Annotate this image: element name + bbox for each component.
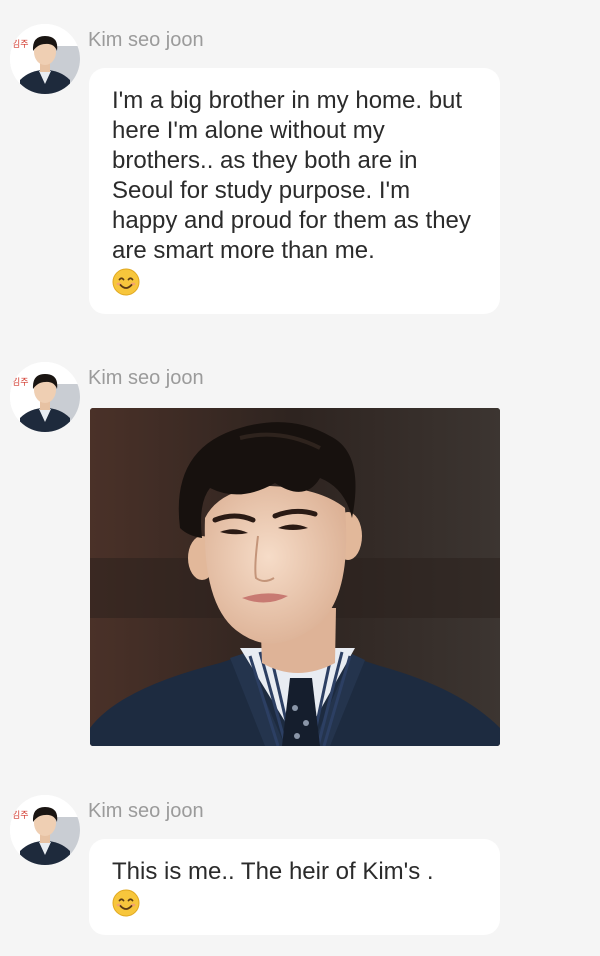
avatar[interactable]: 김주 xyxy=(10,24,80,94)
avatar-image xyxy=(10,24,80,94)
avatar-image xyxy=(10,362,80,432)
message-photo[interactable] xyxy=(90,408,500,746)
portrait-photo-image xyxy=(90,408,500,746)
avatar[interactable]: 김주 xyxy=(10,795,80,865)
avatar-badge: 김주 xyxy=(12,378,29,388)
sender-name: Kim seo joon xyxy=(88,367,204,389)
sender-name: Kim seo joon xyxy=(88,800,204,822)
message-text: I'm a big brother in my home. but here I… xyxy=(112,87,471,264)
smiling-face-emoji-icon xyxy=(112,268,140,296)
avatar[interactable]: 김주 xyxy=(10,362,80,432)
message-text: This is me.. The heir of Kim's . xyxy=(112,858,434,885)
avatar-image xyxy=(10,795,80,865)
message-bubble[interactable]: This is me.. The heir of Kim's . xyxy=(89,839,500,935)
sender-name: Kim seo joon xyxy=(88,29,204,51)
avatar-badge: 김주 xyxy=(12,40,29,50)
avatar-badge: 김주 xyxy=(12,811,29,821)
smiling-face-emoji-icon xyxy=(112,889,140,917)
message-bubble[interactable]: I'm a big brother in my home. but here I… xyxy=(89,68,500,314)
